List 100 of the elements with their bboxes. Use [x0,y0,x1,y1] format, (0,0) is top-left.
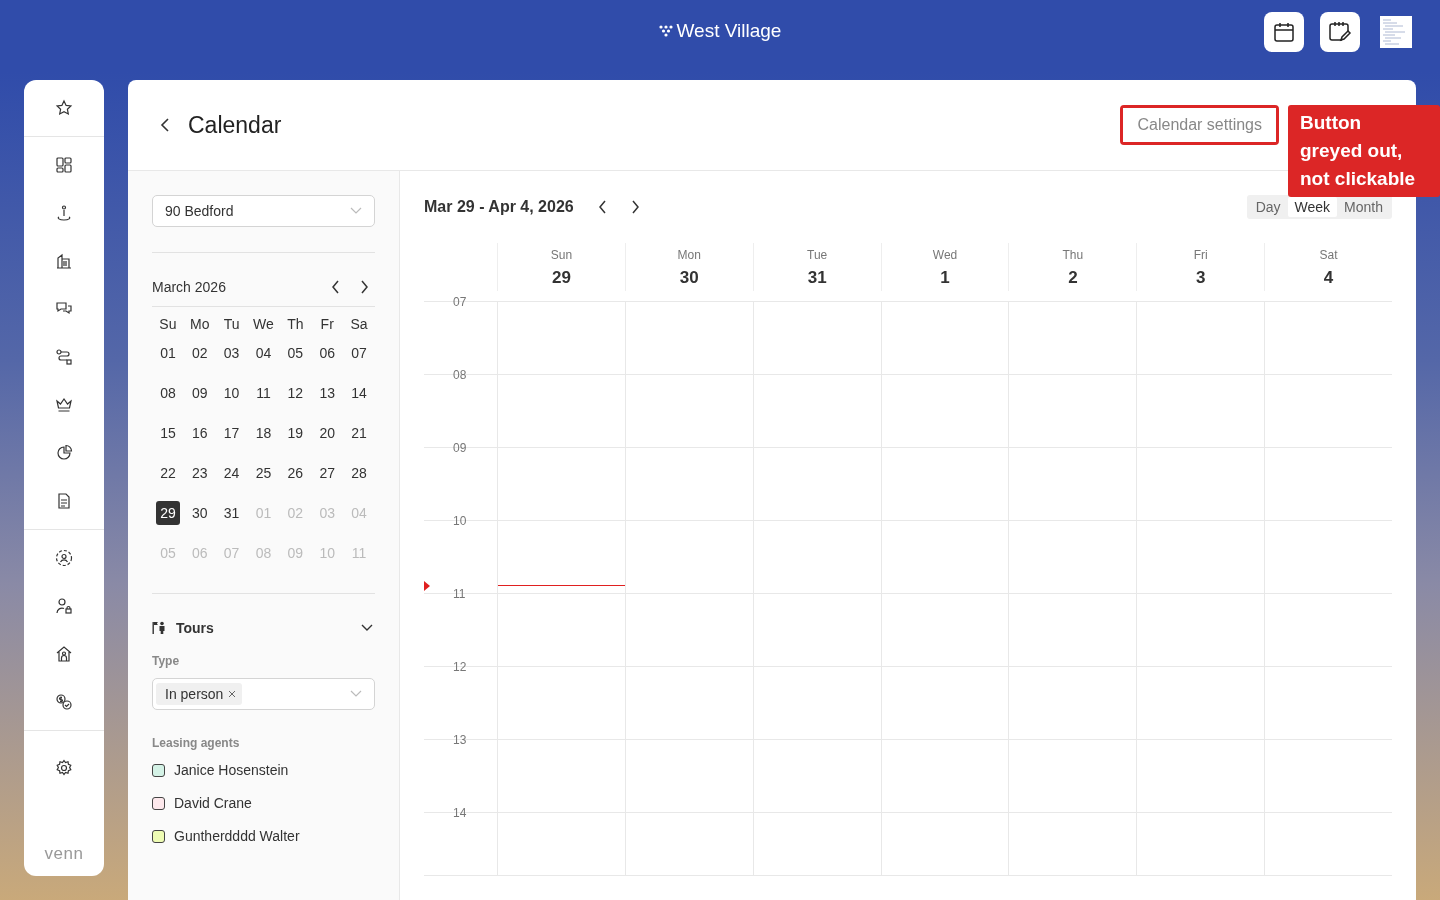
date-cell[interactable]: 01 [155,341,180,365]
tour-guide-icon [152,621,166,635]
date-cell[interactable]: 27 [315,461,340,485]
agent-name: Janice Hosenstein [174,762,289,778]
person-pin-icon[interactable] [55,204,73,222]
weekday-label: Fri [1193,248,1208,262]
date-cell[interactable]: 11 [251,381,276,405]
weekday-label: Fr [319,315,335,334]
date-cell[interactable]: 18 [251,421,276,445]
next-week-icon[interactable] [629,200,640,214]
logo-icon [658,25,673,37]
agent-checkbox[interactable] [152,796,165,810]
date-cell[interactable]: 10 [219,381,244,405]
date-cell[interactable]: 31 [219,501,244,525]
date-cell[interactable]: 17 [219,421,244,445]
day-number: 4 [1323,268,1334,288]
date-cell[interactable]: 04 [251,341,276,365]
month-label: March 2026 [152,279,226,295]
date-cell[interactable]: 14 [347,381,372,405]
date-cell[interactable]: 29 [155,501,180,525]
calendar-button[interactable] [1264,12,1304,52]
agent-name: David Crane [174,795,252,811]
calendar-edit-icon [1328,20,1352,44]
field-label: Leasing agents [152,736,241,750]
buildings-icon[interactable] [55,252,73,270]
date-cell[interactable]: 25 [251,461,276,485]
dashboard-icon[interactable] [55,156,73,174]
hour-label: 13 [453,733,467,747]
date-cell[interactable]: 19 [283,421,308,445]
date-cell[interactable]: 15 [155,421,180,445]
weekday-label: We [252,315,275,334]
date-cell[interactable]: 24 [219,461,244,485]
hour-label: 09 [453,441,467,455]
user-circle-icon[interactable] [55,549,73,567]
day-number: 1 [940,268,950,288]
dollar-check-icon[interactable] [55,693,73,711]
weekday-label: Mon [677,248,701,262]
pie-chart-icon[interactable] [55,444,73,462]
document-thumbnail-icon[interactable] [1380,16,1412,48]
chevron-down-icon [350,207,362,215]
date-cell[interactable]: 13 [315,381,340,405]
weekday-label: Thu [1062,248,1084,262]
weekday-label: Tu [222,315,241,334]
view-tab[interactable]: Week [1287,197,1338,217]
agent-checkbox[interactable] [152,829,165,843]
hour-label: 12 [453,660,467,674]
hour-label: 14 [453,806,467,820]
close-icon[interactable] [228,690,237,698]
date-cell[interactable]: 09 [187,381,212,405]
date-cell[interactable]: 02 [187,341,212,365]
previous-week-icon[interactable] [597,200,608,214]
agent-checkbox[interactable] [152,763,165,777]
select-value: 90 Bedford [165,203,234,219]
section-title: Tours [176,620,214,636]
hour-label: 08 [453,368,467,382]
date-cell[interactable]: 06 [315,341,340,365]
crown-icon[interactable] [55,396,73,414]
type-select[interactable]: In person [152,678,375,710]
view-tab[interactable]: Month [1337,197,1390,217]
date-cell[interactable]: 30 [187,501,212,525]
house-person-icon[interactable] [55,645,73,663]
hour-label: 07 [453,295,467,309]
calendar-edit-button[interactable] [1320,12,1360,52]
day-number: 29 [551,268,571,288]
settings-icon[interactable] [55,759,73,777]
date-cell[interactable]: 12 [283,381,308,405]
date-cell[interactable]: 08 [155,381,180,405]
star-icon[interactable] [55,99,73,117]
flow-icon[interactable] [55,348,73,366]
back-icon[interactable] [160,117,170,133]
date-cell[interactable]: 03 [219,341,244,365]
date-cell[interactable]: 26 [283,461,308,485]
date-range: Mar 29 - Apr 4, 2026 [424,198,574,216]
date-cell[interactable]: 20 [315,421,340,445]
user-lock-icon[interactable] [55,597,73,615]
chevron-icon[interactable] [361,624,373,632]
date-cell[interactable]: 21 [347,421,372,445]
date-cell[interactable]: 05 [283,341,308,365]
date-cell[interactable]: 16 [187,421,212,445]
date-cell[interactable]: 28 [347,461,372,485]
next-month-icon[interactable] [359,280,369,294]
weekday-label: Sat [1319,248,1338,262]
hour-label: 10 [453,514,467,528]
weekday-label: Sa [349,315,369,334]
day-number: 2 [1068,268,1078,288]
document-icon[interactable] [55,492,73,510]
day-number: 3 [1196,268,1206,288]
page-title: Calendar [188,111,282,139]
date-cell[interactable]: 22 [155,461,180,485]
weekday-label: Su [158,315,178,334]
view-tab[interactable]: Day [1248,197,1288,217]
date-cell[interactable]: 23 [187,461,212,485]
brand-name: West Village [676,20,782,42]
previous-month-icon[interactable] [331,280,341,294]
weekday-label: Th [286,315,305,334]
sidebar-logo: venn [44,844,84,864]
filter-tag[interactable]: In person [156,683,243,705]
property-select[interactable]: 90 Bedford [152,195,375,227]
date-cell[interactable]: 07 [347,341,372,365]
weekday-label: Wed [932,248,958,262]
